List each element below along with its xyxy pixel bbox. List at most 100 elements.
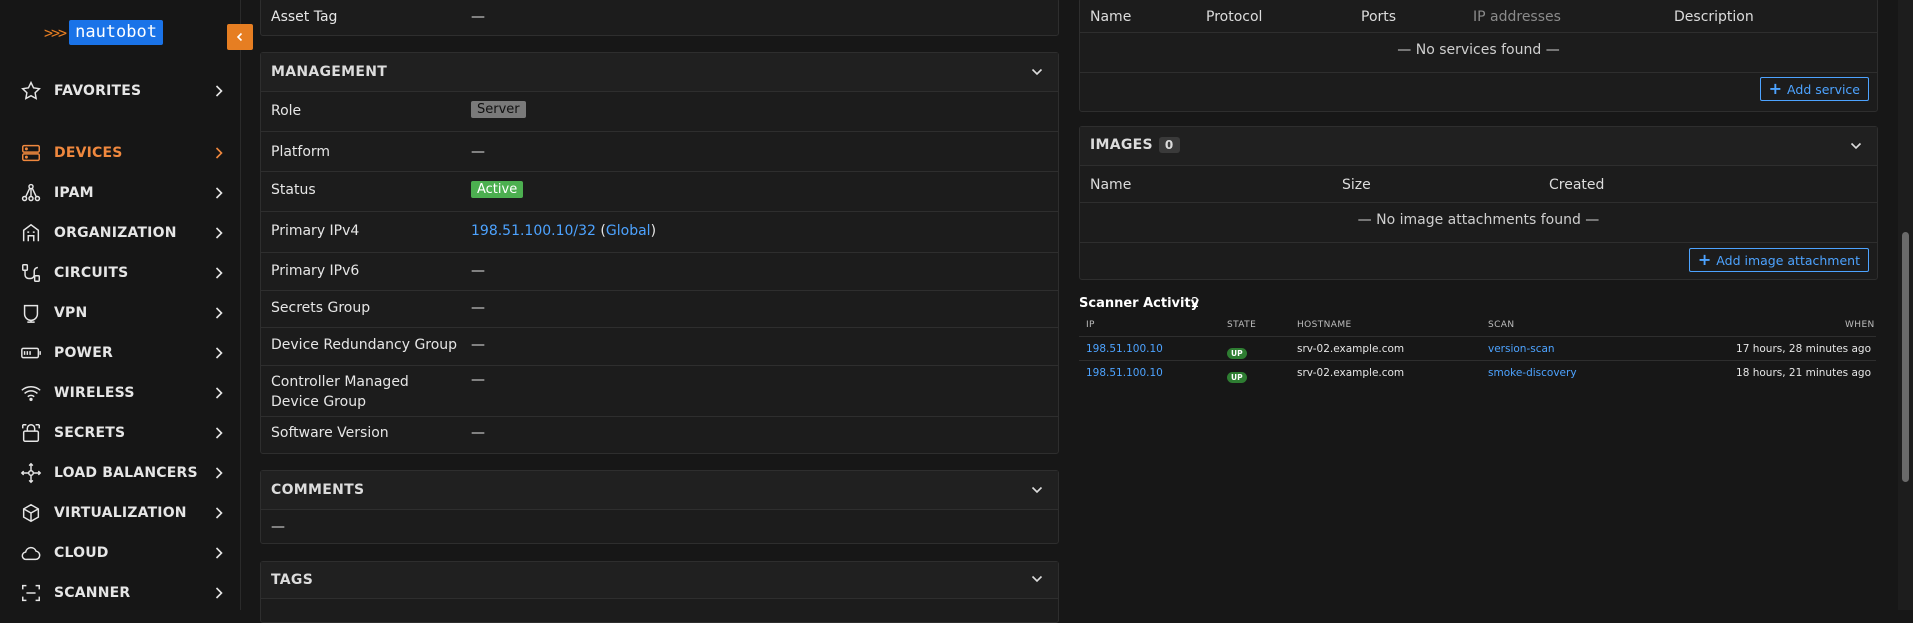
comments-card: COMMENTS — bbox=[260, 470, 1059, 544]
sidebar-item-label: CIRCUITS bbox=[54, 265, 129, 281]
sidebar-item-load-balancers[interactable]: LOAD BALANCERS bbox=[0, 458, 240, 488]
column-header-description[interactable]: Description bbox=[1674, 9, 1754, 25]
network-icon bbox=[19, 181, 43, 205]
sidebar-item-label: ORGANIZATION bbox=[54, 225, 177, 241]
add-image-attachment-button[interactable]: + Add image attachment bbox=[1688, 248, 1869, 272]
role-label: Role bbox=[271, 103, 302, 119]
sidebar-item-ipam[interactable]: IPAM bbox=[0, 178, 240, 208]
controller-group-value: — bbox=[471, 372, 485, 388]
sidebar-item-virtualization[interactable]: VIRTUALIZATION bbox=[0, 498, 240, 528]
services-empty-row: — No services found — bbox=[1080, 42, 1877, 73]
images-empty-row: — No image attachments found — bbox=[1080, 212, 1877, 243]
sidebar-item-label: SECRETS bbox=[54, 425, 126, 441]
add-service-label: Add service bbox=[1787, 81, 1860, 97]
sidebar-collapse-button[interactable] bbox=[227, 24, 253, 50]
column-header-name[interactable]: Name bbox=[1090, 177, 1131, 193]
building-icon bbox=[19, 221, 43, 245]
scanner-ip-link[interactable]: 198.51.100.10 bbox=[1086, 343, 1163, 355]
sidebar-item-label: FAVORITES bbox=[54, 83, 142, 99]
sidebar-item-favorites[interactable]: FAVORITES bbox=[0, 76, 240, 106]
sidebar-item-wireless[interactable]: WIRELESS bbox=[0, 378, 240, 408]
chevron-down-icon[interactable] bbox=[1030, 483, 1044, 497]
scanner-when: 18 hours, 21 minutes ago bbox=[1736, 367, 1871, 379]
chevron-right-icon bbox=[215, 227, 223, 239]
role-row: Role Server bbox=[261, 92, 1058, 132]
sidebar-item-vpn[interactable]: VPN bbox=[0, 298, 240, 328]
images-table-header: Name Size Created bbox=[1080, 166, 1877, 203]
vrf-global-link[interactable]: Global bbox=[606, 223, 651, 239]
add-service-button[interactable]: + Add service bbox=[1759, 77, 1869, 101]
scanner-activity-title: Scanner Activity bbox=[1079, 296, 1200, 311]
column-header-created[interactable]: Created bbox=[1549, 177, 1604, 193]
page-scrollbar-thumb[interactable] bbox=[1902, 232, 1909, 482]
scanner-row: 198.51.100.10 UP srv-02.example.com vers… bbox=[1079, 336, 1876, 361]
role-badge[interactable]: Server bbox=[471, 101, 526, 118]
scanner-ip-link[interactable]: 198.51.100.10 bbox=[1086, 367, 1163, 379]
chevron-left-icon bbox=[236, 32, 243, 42]
images-card-header[interactable]: IMAGES 0 bbox=[1080, 127, 1877, 166]
column-header-name[interactable]: Name bbox=[1090, 9, 1131, 25]
sidebar-item-label: LOAD BALANCERS bbox=[54, 465, 198, 481]
scanner-scan-link[interactable]: smoke-discovery bbox=[1488, 367, 1577, 379]
scanner-column-ip: IP bbox=[1086, 320, 1095, 330]
status-label: Status bbox=[271, 182, 316, 198]
scanner-row: 198.51.100.10 UP srv-02.example.com smok… bbox=[1079, 360, 1876, 385]
asset-tag-label: Asset Tag bbox=[271, 9, 338, 25]
lock-icon bbox=[19, 421, 43, 445]
logo-wordmark: nautobot bbox=[69, 20, 163, 45]
tags-card: TAGS bbox=[260, 561, 1059, 623]
comments-card-header[interactable]: COMMENTS bbox=[261, 471, 1058, 510]
platform-value: — bbox=[471, 144, 485, 160]
primary-ipv4-label: Primary IPv4 bbox=[271, 223, 360, 239]
software-version-label: Software Version bbox=[271, 425, 389, 441]
chevron-down-icon[interactable] bbox=[1030, 65, 1044, 79]
add-image-attachment-label: Add image attachment bbox=[1716, 252, 1860, 268]
sidebar-item-secrets[interactable]: SECRETS bbox=[0, 418, 240, 448]
chevron-down-icon[interactable] bbox=[1030, 572, 1044, 586]
column-header-ports[interactable]: Ports bbox=[1361, 9, 1396, 25]
column-header-protocol[interactable]: Protocol bbox=[1206, 9, 1262, 25]
chevron-right-icon bbox=[215, 467, 223, 479]
images-card: IMAGES 0 Name Size Created — No image at… bbox=[1079, 126, 1878, 280]
ipv4-paren-close: ) bbox=[650, 223, 657, 239]
sidebar-item-cloud[interactable]: CLOUD bbox=[0, 538, 240, 568]
platform-label: Platform bbox=[271, 144, 331, 160]
nautobot-logo[interactable]: >>> nautobot bbox=[44, 20, 163, 45]
star-icon bbox=[19, 79, 43, 103]
tags-card-header[interactable]: TAGS bbox=[261, 562, 1058, 599]
status-row: Status Active bbox=[261, 172, 1058, 212]
management-card: MANAGEMENT Role Server Platform — Status… bbox=[260, 52, 1059, 454]
chevron-right-icon bbox=[215, 347, 223, 359]
sidebar-item-label: CLOUD bbox=[54, 545, 109, 561]
ipv4-address-link[interactable]: 198.51.100.10/32 bbox=[471, 223, 596, 239]
chevron-right-icon bbox=[215, 147, 223, 159]
sidebar-item-scanner[interactable]: SCANNER bbox=[0, 578, 240, 608]
load-balancer-icon bbox=[19, 461, 43, 485]
secrets-group-row: Secrets Group — bbox=[261, 291, 1058, 328]
card-title: MANAGEMENT bbox=[271, 64, 388, 80]
sidebar-item-circuits[interactable]: CIRCUITS bbox=[0, 258, 240, 288]
column-header-size[interactable]: Size bbox=[1342, 177, 1371, 193]
sidebar-item-devices[interactable]: DEVICES bbox=[0, 138, 240, 168]
cloud-icon bbox=[19, 541, 43, 565]
state-up-pill: UP bbox=[1227, 372, 1247, 383]
images-card-title-wrap: IMAGES 0 bbox=[1090, 137, 1180, 153]
chevron-right-icon bbox=[215, 307, 223, 319]
sidebar-item-organization[interactable]: ORGANIZATION bbox=[0, 218, 240, 248]
battery-icon bbox=[19, 341, 43, 365]
primary-ipv4-value: 198.51.100.10/32 (Global) bbox=[471, 223, 656, 239]
scanner-column-hostname: HOSTNAME bbox=[1297, 320, 1352, 330]
status-badge[interactable]: Active bbox=[471, 181, 524, 198]
scanner-scan-link[interactable]: version-scan bbox=[1488, 343, 1555, 355]
primary-ipv6-label: Primary IPv6 bbox=[271, 263, 360, 279]
state-up-pill: UP bbox=[1227, 348, 1247, 359]
management-card-header[interactable]: MANAGEMENT bbox=[261, 53, 1058, 92]
sidebar-item-power[interactable]: POWER bbox=[0, 338, 240, 368]
redundancy-group-row: Device Redundancy Group — bbox=[261, 328, 1058, 366]
chevron-down-icon[interactable] bbox=[1849, 139, 1863, 153]
sidebar-item-label: VPN bbox=[54, 305, 88, 321]
asset-tag-value: — bbox=[471, 9, 485, 25]
secrets-group-label: Secrets Group bbox=[271, 300, 371, 316]
platform-row: Platform — bbox=[261, 132, 1058, 172]
virtualization-icon bbox=[19, 501, 43, 525]
